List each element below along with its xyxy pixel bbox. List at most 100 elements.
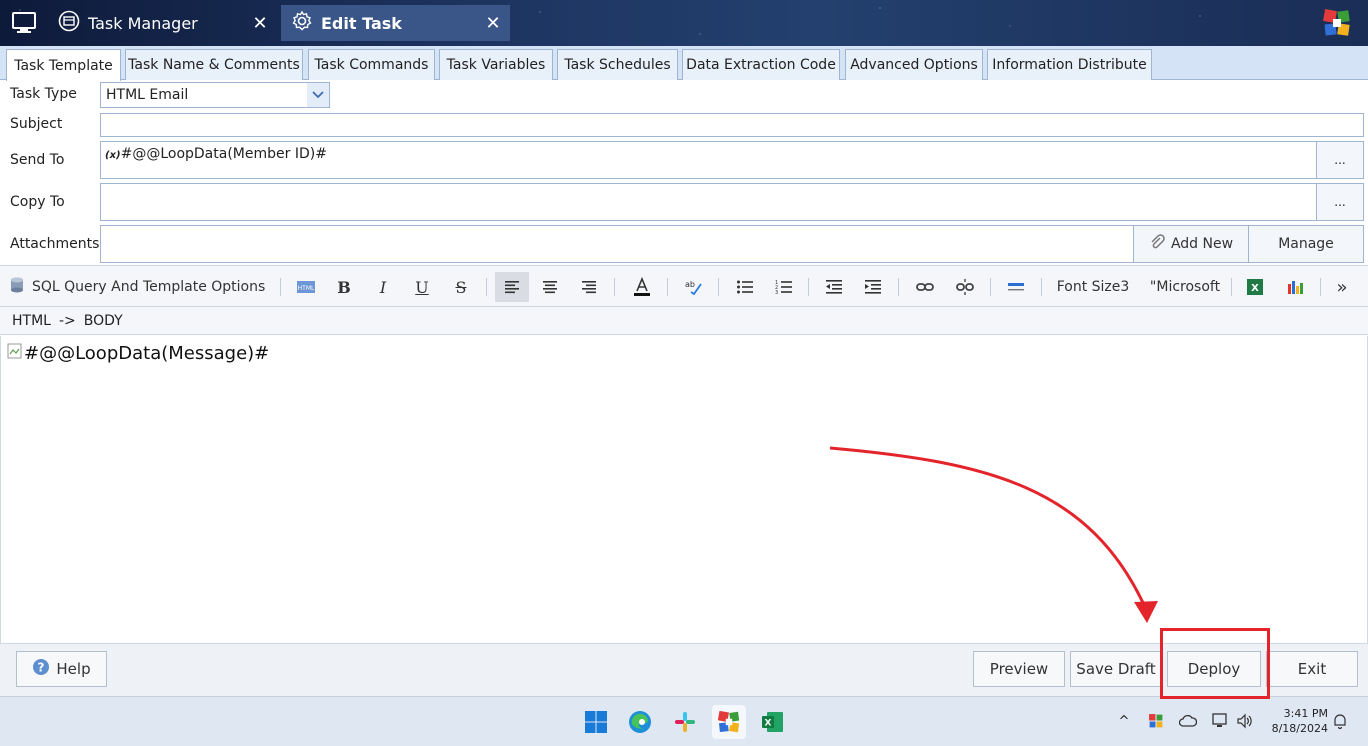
volume-icon[interactable] <box>1235 711 1255 731</box>
windows-start-icon[interactable] <box>579 705 613 739</box>
help-icon: ? <box>32 658 50 680</box>
path-html[interactable]: HTML <box>12 313 51 329</box>
onedrive-icon[interactable] <box>1178 711 1198 731</box>
app-taskbar-icon[interactable] <box>712 705 746 739</box>
html-source-icon[interactable]: HTML <box>292 272 320 302</box>
font-name-dropdown[interactable]: "Microsoft <box>1143 272 1227 302</box>
monitor-icon[interactable] <box>8 8 40 38</box>
close-tab-task-manager-icon[interactable]: ✕ <box>250 12 270 34</box>
align-left-icon[interactable] <box>495 272 529 302</box>
attachments-field[interactable] <box>100 225 1134 263</box>
exit-button[interactable]: Exit <box>1266 651 1358 687</box>
svg-text:HTML: HTML <box>298 285 315 292</box>
indent-icon[interactable] <box>858 272 888 302</box>
copy-to-browse-button[interactable]: ... <box>1316 183 1364 221</box>
svg-text:3: 3 <box>775 290 778 295</box>
help-button[interactable]: ? Help <box>16 651 107 687</box>
copy-to-input[interactable] <box>100 183 1317 221</box>
preview-button[interactable]: Preview <box>973 651 1065 687</box>
path-body[interactable]: BODY <box>84 313 123 329</box>
excel-taskbar-icon[interactable]: X <box>756 705 790 739</box>
add-new-attachment-button[interactable]: Add New <box>1133 225 1249 263</box>
excel-icon[interactable]: X <box>1240 272 1270 302</box>
variable-icon: (x) <box>105 150 121 161</box>
clock-time: 3:41 PM <box>1283 707 1328 720</box>
subject-input[interactable] <box>100 113 1364 137</box>
tab-label: Edit Task <box>321 13 402 33</box>
show-hidden-icons[interactable]: ^ <box>1114 711 1134 731</box>
align-center-icon[interactable] <box>535 272 565 302</box>
element-path: HTML -> BODY <box>0 307 1368 335</box>
tab-task-template[interactable]: Task Template <box>6 49 121 81</box>
path-arrow: -> <box>58 312 76 329</box>
unlink-icon[interactable] <box>950 272 980 302</box>
attachments-label: Attachments <box>10 236 100 252</box>
bold-button[interactable]: B <box>330 272 358 302</box>
sql-options-button[interactable]: SQL Query And Template Options <box>8 272 270 302</box>
link-icon[interactable] <box>910 272 940 302</box>
svg-text:X: X <box>765 719 772 729</box>
footer-bar: ? Help Preview Save Draft Deploy Exit <box>0 643 1368 696</box>
send-to-label: Send To <box>10 152 65 168</box>
task-type-select[interactable]: HTML Email <box>100 82 330 108</box>
task-type-value: HTML Email <box>106 87 189 103</box>
bullet-list-icon[interactable] <box>730 272 760 302</box>
italic-button[interactable]: I <box>369 272 397 302</box>
tab-task-schedules[interactable]: Task Schedules <box>557 49 678 80</box>
tab-information-distribute[interactable]: Information Distribute <box>987 49 1152 80</box>
html-editor[interactable]: #@@LoopData(Message)# <box>0 336 1368 643</box>
editor-content[interactable]: #@@LoopData(Message)# <box>7 342 269 365</box>
svg-text:ab: ab <box>685 280 695 289</box>
tab-strip: Task Template Task Name & Comments Task … <box>0 46 1368 81</box>
send-to-browse-button[interactable]: ... <box>1316 141 1364 179</box>
numbered-list-icon[interactable]: 123 <box>769 272 799 302</box>
slack-icon[interactable] <box>668 705 702 739</box>
paperclip-icon <box>1149 234 1165 254</box>
font-size-dropdown[interactable]: Font Size3 <box>1052 272 1134 302</box>
spellcheck-icon[interactable]: ab <box>678 272 708 302</box>
strikethrough-button[interactable]: S <box>447 272 475 302</box>
clock-date: 8/18/2024 <box>1271 722 1328 735</box>
chevron-down-icon[interactable] <box>307 83 329 107</box>
gear-icon <box>291 10 313 36</box>
manage-attachments-button[interactable]: Manage <box>1248 225 1364 263</box>
tab-task-commands[interactable]: Task Commands <box>308 49 435 80</box>
align-right-icon[interactable] <box>574 272 604 302</box>
chart-icon[interactable] <box>1280 272 1310 302</box>
title-bar: Task Manager ✕ Edit Task ✕ <box>0 0 1368 46</box>
svg-text:X: X <box>1251 283 1259 294</box>
tab-advanced-options[interactable]: Advanced Options <box>845 49 983 80</box>
tab-task-name-comments[interactable]: Task Name & Comments <box>125 49 303 80</box>
loop-data-message-text: #@@LoopData(Message)# <box>24 343 270 364</box>
app-logo-icon <box>1322 8 1352 38</box>
task-type-label: Task Type <box>10 86 77 102</box>
svg-text:?: ? <box>38 661 45 675</box>
notification-bell-icon[interactable] <box>1330 711 1350 731</box>
subject-label: Subject <box>10 116 63 132</box>
close-tab-edit-task-icon[interactable]: ✕ <box>483 12 503 34</box>
tab-task-manager[interactable]: Task Manager <box>58 5 278 41</box>
send-to-value: #@@LoopData(Member ID)# <box>120 146 327 162</box>
taskbar: X ^ 3:41 PM 8/18/2024 <box>0 696 1368 746</box>
database-icon <box>8 276 26 298</box>
deploy-button[interactable]: Deploy <box>1167 651 1261 687</box>
app-tray-icon[interactable] <box>1146 711 1166 731</box>
font-color-icon[interactable] <box>627 272 657 302</box>
tab-data-extraction-code[interactable]: Data Extraction Code <box>682 49 840 80</box>
more-tools-icon[interactable]: » <box>1328 272 1356 302</box>
save-draft-button[interactable]: Save Draft <box>1070 651 1162 687</box>
copy-to-label: Copy To <box>10 194 65 210</box>
network-icon[interactable] <box>1210 711 1230 731</box>
task-manager-icon <box>58 10 80 36</box>
outdent-icon[interactable] <box>819 272 849 302</box>
underline-button[interactable]: U <box>408 272 436 302</box>
broken-image-icon <box>7 342 23 365</box>
editor-toolbar: SQL Query And Template Options HTML B I … <box>0 265 1368 307</box>
send-to-input[interactable]: (x)#@@LoopData(Member ID)# <box>100 141 1317 179</box>
tab-edit-task[interactable]: Edit Task <box>281 5 510 41</box>
tab-task-variables[interactable]: Task Variables <box>439 49 553 80</box>
horizontal-rule-icon[interactable] <box>1001 272 1031 302</box>
system-clock[interactable]: 3:41 PM 8/18/2024 <box>1266 706 1328 736</box>
edge-browser-icon[interactable] <box>623 705 657 739</box>
tab-label: Task Manager <box>88 13 198 33</box>
